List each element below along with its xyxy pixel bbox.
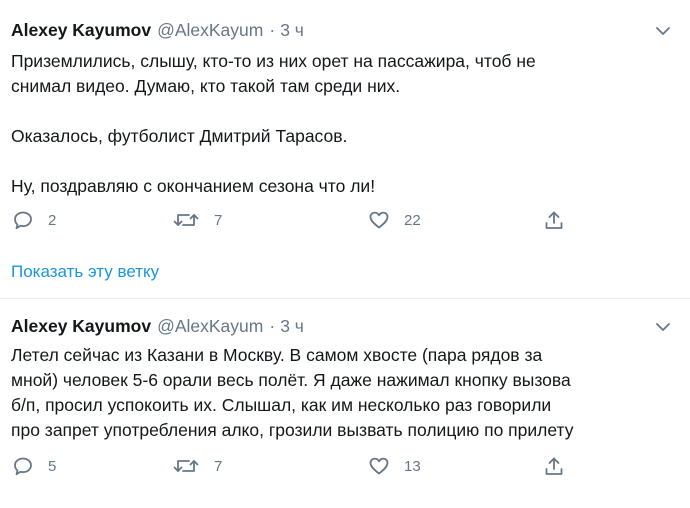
like-count: 22 [404, 211, 421, 229]
tweet-paragraph: Ну, поздравляю с окончанием сезона что л… [11, 176, 376, 196]
tweet-timestamp[interactable]: 3 ч [280, 316, 304, 337]
chevron-down-icon[interactable] [654, 320, 672, 334]
tweet-paragraph: Летел сейчас из Казани в Москву. В самом… [11, 345, 574, 440]
show-thread-link[interactable]: Показать эту ветку [11, 262, 159, 282]
tweet-divider [0, 298, 690, 299]
like-icon [368, 455, 390, 477]
tweet-header: Alexey Kayumov @AlexKayum · 3 ч [11, 316, 304, 338]
tweet-actions: 5 7 13 [0, 452, 690, 480]
like-count: 13 [404, 457, 421, 475]
tweet-paragraph: Приземлились, слышу, кто-то из них орет … [11, 51, 536, 96]
share-icon [543, 209, 565, 231]
retweet-count: 7 [214, 211, 223, 229]
like-button[interactable]: 13 [368, 452, 421, 480]
share-icon [543, 455, 565, 477]
author-name[interactable]: Alexey Kayumov [11, 20, 151, 41]
reply-icon [12, 209, 34, 231]
reply-count: 5 [48, 457, 57, 475]
tweet-text: Летел сейчас из Казани в Москву. В самом… [11, 343, 676, 443]
like-icon [368, 209, 390, 231]
reply-icon [12, 455, 34, 477]
share-button[interactable] [543, 206, 565, 234]
reply-button[interactable]: 2 [12, 206, 56, 234]
tweet[interactable]: Alexey Kayumov @AlexKayum · 3 ч Приземли… [0, 0, 690, 246]
retweet-button[interactable]: 7 [172, 452, 222, 480]
tweet-text: Приземлились, слышу, кто-то из них орет … [11, 49, 676, 199]
like-button[interactable]: 22 [368, 206, 421, 234]
retweet-count: 7 [214, 457, 223, 475]
reply-count: 2 [48, 211, 57, 229]
tweet-actions: 2 7 22 [0, 206, 690, 234]
author-name[interactable]: Alexey Kayumov [11, 316, 151, 337]
retweet-icon [172, 209, 200, 231]
author-handle[interactable]: @AlexKayum [157, 20, 263, 41]
chevron-down-icon[interactable] [654, 24, 672, 38]
retweet-icon [172, 455, 200, 477]
retweet-button[interactable]: 7 [172, 206, 222, 234]
author-handle[interactable]: @AlexKayum [157, 316, 263, 337]
reply-button[interactable]: 5 [12, 452, 56, 480]
tweet-timestamp[interactable]: 3 ч [280, 20, 304, 41]
tweet-header: Alexey Kayumov @AlexKayum · 3 ч [11, 20, 304, 42]
tweet-paragraph: Оказалось, футболист Дмитрий Тарасов. [11, 126, 348, 146]
separator-dot: · [269, 316, 276, 336]
tweet[interactable]: Alexey Kayumov @AlexKayum · 3 ч Летел се… [0, 300, 690, 500]
separator-dot: · [269, 20, 276, 40]
share-button[interactable] [543, 452, 565, 480]
